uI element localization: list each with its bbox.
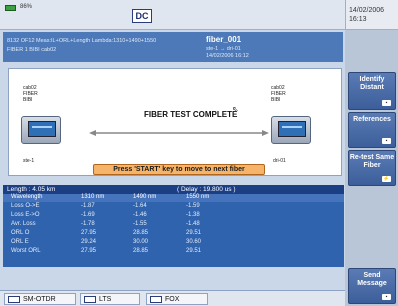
tab-sm-otdr[interactable]: SM-OTDR [4, 293, 76, 305]
retest-same-fiber-label: Re-test Same Fiber [349, 154, 395, 169]
tab-lts[interactable]: LTS [80, 293, 140, 305]
cell-value: 29.51 [186, 230, 202, 236]
send-message-label: Send Message [357, 272, 387, 287]
cell-value: -1.46 [133, 212, 147, 218]
table-header-row: Wavelength 1310 nm 1490 nm 1550 nm [3, 194, 344, 202]
fiber-name: fiber_001 [206, 35, 242, 44]
cell-value: 28.85 [133, 230, 149, 236]
right-group: BIBI [271, 97, 281, 103]
right-device-labels: cab02 FIBER BIBI [271, 85, 286, 103]
fiber-test-diagram: cab02 FIBER BIBI ste-1 FIBER TEST COMPLE… [8, 68, 342, 176]
datetime-display: 14/02/2006 16:13 [345, 0, 398, 30]
cell-value: -1.38 [186, 212, 200, 218]
tab-label: LTS [99, 296, 112, 303]
cursor-icon: ⇖ [232, 105, 239, 114]
cell-value: 28.85 [133, 248, 149, 254]
table-row: ORL O 27.95 28.85 29.51 [3, 230, 344, 238]
status-bar: 86% DC [0, 0, 345, 30]
references-label: References [353, 116, 391, 123]
page-icon: ▪ [382, 138, 391, 144]
fiber-route: ste-1 → dri-01 [206, 46, 241, 52]
results-table: Length : 4.05 km ( Delay : 19.800 us ) W… [3, 185, 344, 267]
identify-distant-button[interactable]: Identify Distant ▪ [348, 72, 396, 110]
lightning-icon: ⚡ [382, 176, 391, 182]
table-row: Worst ORL 27.95 28.85 29.51 [3, 248, 344, 256]
page-icon: ▪ [382, 294, 391, 300]
test-timestamp: 14/02/2006 16:12 [206, 53, 249, 59]
fiber-info: FIBER 1 BIBI cab02 [7, 47, 57, 53]
row-label: Avr. Loss [11, 221, 36, 227]
measurement-info: 8132 OF12 Meas:IL+ORL+Length Lambda:1310… [7, 38, 157, 44]
references-button[interactable]: References ▪ [348, 112, 396, 148]
cell-value: 29.24 [81, 239, 97, 245]
table-row: Loss O->E -1.87 -1.64 -1.59 [3, 203, 344, 211]
row-label: Worst ORL [11, 248, 41, 254]
results-summary: Length : 4.05 km ( Delay : 19.800 us ) [3, 185, 344, 194]
lts-module-icon [84, 296, 96, 303]
battery-icon [5, 5, 16, 11]
cell-value: 30.60 [186, 239, 202, 245]
column-header: 1550 nm [186, 194, 210, 200]
cell-value: -1.78 [81, 221, 95, 227]
row-label: ORL O [11, 230, 30, 236]
next-fiber-prompt: Press 'START' key to move to next fiber [93, 164, 265, 175]
column-header: 1310 nm [81, 194, 105, 200]
cell-value: 27.95 [81, 248, 97, 254]
table-row: Loss E->O -1.69 -1.46 -1.38 [3, 212, 344, 220]
column-header: Wavelength [11, 194, 43, 200]
send-message-button[interactable]: Send Message ▪ [348, 268, 396, 304]
cell-value: 30.00 [133, 239, 149, 245]
column-header: 1490 nm [133, 194, 157, 200]
date-text: 14/02/2006 [349, 7, 385, 14]
identify-distant-label: Identify Distant [359, 76, 385, 91]
row-label: Loss O->E [11, 203, 40, 209]
time-text: 16:13 [349, 16, 367, 23]
fiber-delay: ( Delay : 19.800 us ) [177, 186, 236, 193]
cell-value: -1.87 [81, 203, 95, 209]
page-icon: ▪ [382, 100, 391, 106]
cell-value: 29.51 [186, 248, 202, 254]
cell-value: 27.95 [81, 230, 97, 236]
right-site-label: dri-01 [273, 158, 286, 164]
fiber-link-arrow [89, 130, 269, 136]
tab-label: FOX [165, 296, 180, 303]
module-tabs: SM-OTDR LTS FOX [0, 290, 345, 306]
right-device-icon [271, 116, 311, 144]
cell-value: -1.69 [81, 212, 95, 218]
fiber-length: Length : 4.05 km [7, 186, 56, 193]
cell-value: -1.64 [133, 203, 147, 209]
left-group: BIBI [23, 97, 33, 103]
left-device-labels: cab02 FIBER BIBI [23, 85, 38, 103]
row-label: Loss E->O [11, 212, 40, 218]
left-device-icon [21, 116, 61, 144]
tab-fox[interactable]: FOX [146, 293, 208, 305]
retest-same-fiber-button[interactable]: Re-test Same Fiber ⚡ [348, 150, 396, 186]
table-row: ORL E 29.24 30.00 30.60 [3, 239, 344, 247]
row-label: ORL E [11, 239, 29, 245]
table-row: Avr. Loss -1.78 -1.55 -1.48 [3, 221, 344, 229]
cell-value: -1.55 [133, 221, 147, 227]
test-info-header: 8132 OF12 Meas:IL+ORL+Length Lambda:1310… [3, 32, 343, 62]
battery-percentage: 86% [20, 4, 33, 10]
cell-value: -1.59 [186, 203, 200, 209]
brand-logo: DC [132, 9, 152, 23]
otdr-module-icon [8, 296, 20, 303]
tab-label: SM-OTDR [23, 296, 56, 303]
test-status-text: FIBER TEST COMPLETE [144, 110, 238, 119]
fox-module-icon [150, 296, 162, 303]
left-site-label: ste-1 [23, 158, 35, 164]
cell-value: -1.48 [186, 221, 200, 227]
